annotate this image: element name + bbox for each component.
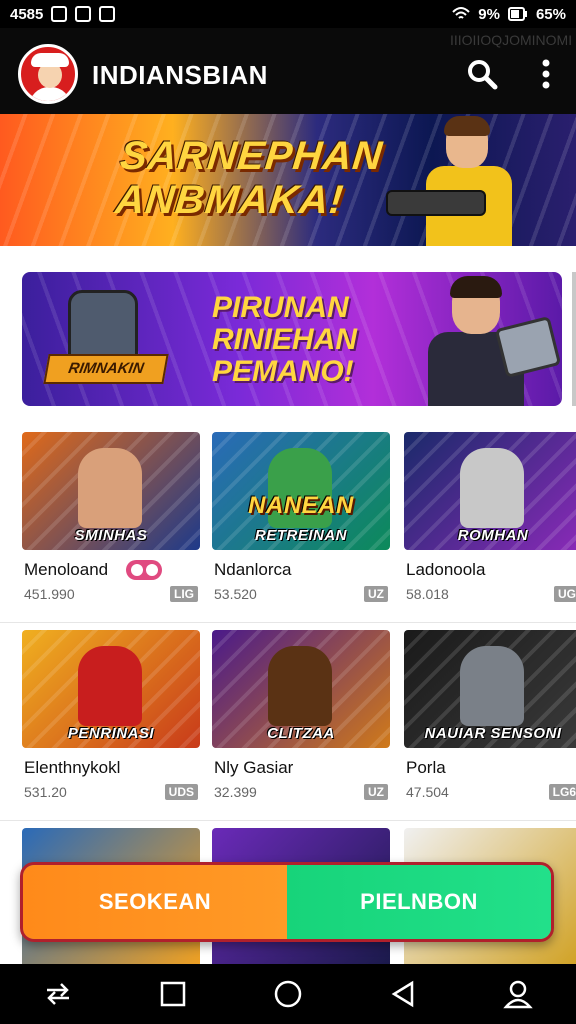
recents-swap-button[interactable] — [34, 970, 82, 1018]
row-divider — [0, 820, 576, 821]
cta-left-button[interactable]: SEOKEAN — [23, 865, 287, 939]
status-right: 9% 65% — [452, 6, 566, 23]
game-thumb-label: SMINHAS — [74, 527, 148, 544]
game-player-count: 58.018 — [406, 586, 449, 602]
gallery-icon — [75, 6, 92, 22]
content-area: RIMNAKIN PIRUNAN RINIEHAN PEMANO! SMINHA… — [0, 246, 576, 964]
game-thumbnail[interactable]: PENRINASI — [22, 630, 200, 748]
more-vert-icon — [542, 59, 550, 89]
app-title: INDIANSBIAN — [92, 60, 268, 90]
game-character — [460, 448, 524, 528]
game-tag-badge: UG — [554, 586, 576, 602]
game-player-count: 32.399 — [214, 784, 257, 800]
game-player-count: 531.20 — [24, 784, 67, 800]
status-text: 4585 — [10, 5, 44, 23]
game-card[interactable]: PENRINASI Elenthnykokl 531.20 UDS — [22, 630, 200, 808]
search-icon — [468, 60, 498, 90]
game-character — [78, 448, 142, 528]
promo-plate-text: RIMNAKIN — [67, 360, 146, 377]
game-character — [78, 646, 142, 726]
game-thumbnail[interactable]: CLITZAA — [212, 630, 390, 748]
cta-right-button[interactable]: PIELNBON — [287, 865, 551, 939]
game-card[interactable]: SMINHAS Menoloand 451.990 LIG — [22, 432, 200, 610]
circle-icon — [274, 980, 302, 1008]
game-tag-badge: UZ — [364, 784, 388, 800]
promo-robot-image: RIMNAKIN — [32, 280, 182, 400]
game-thumb-title: NANEAN — [248, 492, 354, 519]
game-player-count: 47.504 — [406, 784, 449, 800]
hero-line-2: ANBMAKA! — [113, 178, 346, 222]
game-card[interactable]: CLITZAA Nly Gasiar 32.399 UZ — [212, 630, 390, 808]
app-bar: IIIOIIOQJOMINOMI INDIANSBIAN — [0, 28, 576, 114]
game-card[interactable]: NAUIAR SENSONI Porla 47.504 LG6 — [404, 630, 576, 808]
status-left: 4585 — [10, 5, 116, 23]
search-button[interactable] — [464, 56, 500, 92]
hero-character-image — [386, 116, 536, 246]
promo-line-1: PIRUNAN — [212, 291, 349, 324]
game-thumb-label: PENRINASI — [67, 725, 155, 742]
game-tag-badge: UZ — [364, 586, 388, 602]
game-thumbnail[interactable]: ROMHAN — [404, 432, 576, 550]
game-thumbnail[interactable]: NANEAN RETREINAN — [212, 432, 390, 550]
battery-text: 65% — [535, 5, 566, 23]
game-title: Ladonoola — [406, 560, 486, 579]
game-thumbnail[interactable]: SMINHAS — [22, 432, 200, 550]
game-title: Menoloand — [24, 560, 109, 579]
game-thumb-label: RETREINAN — [254, 527, 347, 544]
more-options-button[interactable] — [528, 56, 564, 92]
system-nav-bar — [0, 964, 576, 1024]
row-divider — [0, 622, 576, 623]
game-title: Ndanlorca — [214, 560, 292, 579]
back-triangle-icon — [391, 980, 414, 1008]
game-card[interactable]: ROMHAN Ladonoola 58.018 UG — [404, 432, 576, 610]
game-thumbnail[interactable]: NAUIAR SENSONI — [404, 630, 576, 748]
game-tag-badge: UDS — [164, 784, 198, 800]
game-thumb-label: CLITZAA — [267, 725, 335, 742]
app-bar-sub-label: IIIOIIOQJOMINOMI — [450, 32, 573, 48]
hero-banner[interactable]: SARNEPHAN ANBMAKA! — [0, 114, 576, 246]
wifi-icon — [452, 7, 470, 19]
overview-button[interactable] — [149, 970, 197, 1018]
notification-icon — [51, 6, 68, 22]
cta-bar: SEOKEAN PIELNBON — [20, 862, 554, 942]
app-bar-subtext: IIIOIIOQJOMINOMI — [0, 30, 576, 48]
game-player-count: 451.990 — [24, 586, 75, 602]
square-icon — [160, 981, 186, 1007]
signal-text: 9% — [478, 5, 500, 23]
promo-line-3: PEMANO! — [212, 355, 354, 388]
status-bar: 4585 9% 65% — [0, 0, 576, 28]
game-card[interactable]: NANEAN RETREINAN Ndanlorca 53.520 UZ — [212, 432, 390, 610]
app-logo[interactable] — [18, 44, 78, 104]
hero-banner-text: SARNEPHAN ANBMAKA! — [113, 134, 385, 222]
promo-banner[interactable]: RIMNAKIN PIRUNAN RINIEHAN PEMANO! — [22, 272, 562, 406]
promo-character-image — [418, 276, 562, 406]
account-button[interactable] — [494, 970, 542, 1018]
swap-icon — [46, 983, 69, 1005]
app-icon — [99, 6, 116, 22]
game-thumb-label: NAUIAR SENSONI — [424, 725, 562, 742]
game-thumb-label: ROMHAN — [457, 527, 529, 544]
game-tag-badge: LG6 — [548, 784, 576, 800]
game-character — [268, 646, 332, 726]
home-button[interactable] — [264, 970, 312, 1018]
hero-line-1: SARNEPHAN — [118, 134, 385, 178]
battery-icon — [507, 7, 527, 21]
game-title: Porla — [406, 758, 446, 777]
game-title: Elenthnykokl — [24, 758, 121, 777]
game-tag-badge: LIG — [170, 586, 198, 602]
promo-line-2: RINIEHAN — [212, 323, 358, 356]
person-icon — [503, 980, 534, 1009]
game-title: Nly Gasiar — [214, 758, 294, 777]
game-player-count: 53.520 — [214, 586, 257, 602]
promo-banner-text: PIRUNAN RINIEHAN PEMANO! — [212, 292, 357, 388]
game-character — [460, 646, 524, 726]
back-button[interactable] — [379, 970, 427, 1018]
game-badge-icon — [126, 560, 162, 580]
